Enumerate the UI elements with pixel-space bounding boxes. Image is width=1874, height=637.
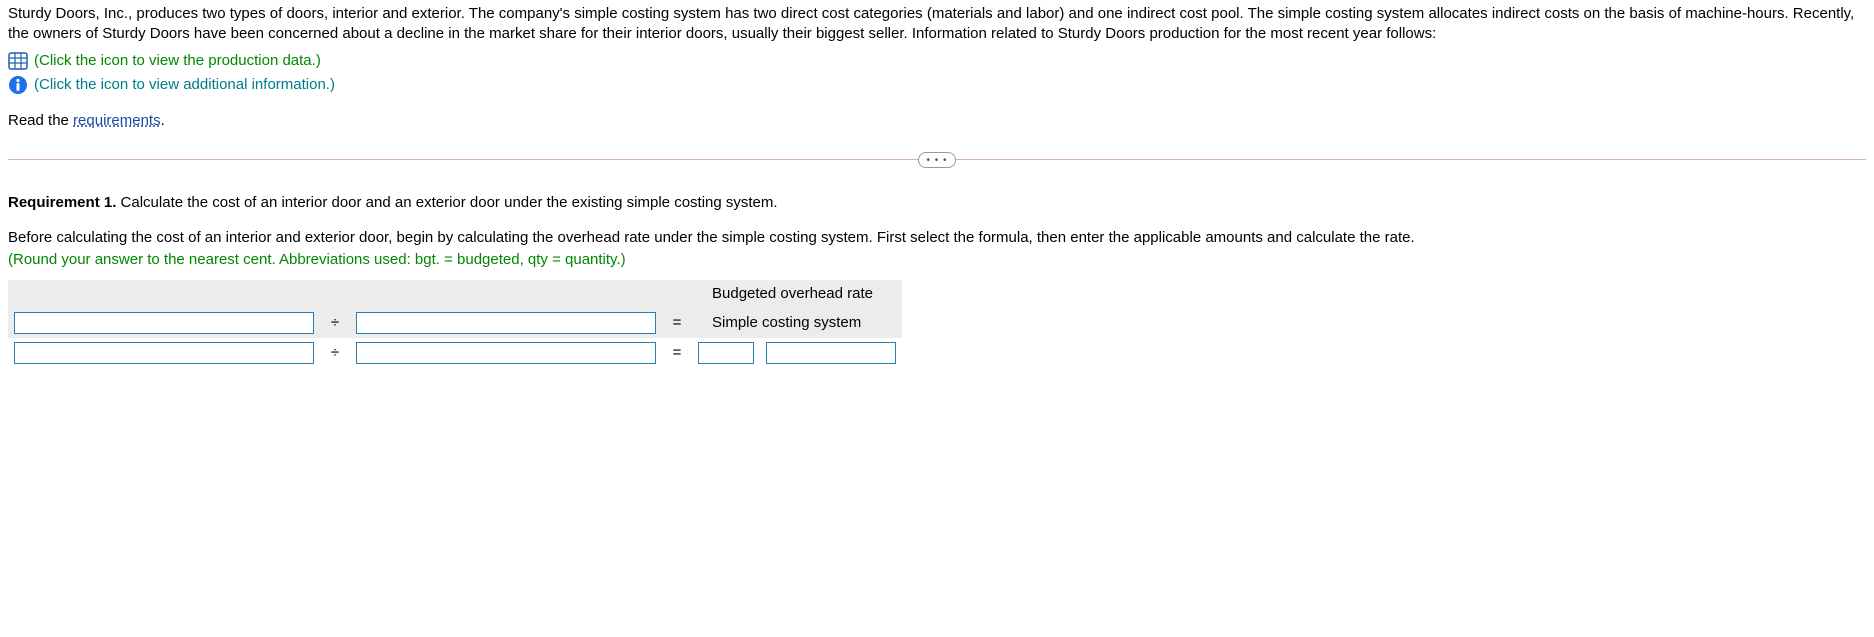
rate-value-input[interactable] (766, 342, 896, 364)
rate-unit-input[interactable] (698, 342, 754, 364)
equals-symbol-2: = (662, 338, 692, 368)
hint-text: (Round your answer to the nearest cent. … (8, 250, 1866, 270)
formula-denominator-select[interactable] (356, 312, 656, 334)
divide-symbol-2: ÷ (320, 338, 350, 368)
read-suffix: . (161, 112, 165, 129)
requirement-1-text: Calculate the cost of an interior door a… (116, 194, 777, 211)
collapse-toggle[interactable]: • • • (918, 152, 956, 168)
row-label-simple-costing: Simple costing system (692, 308, 902, 338)
divide-symbol: ÷ (320, 308, 350, 338)
read-prefix: Read the (8, 112, 73, 129)
requirement-1-label: Requirement 1. (8, 194, 116, 211)
equals-symbol: = (662, 308, 692, 338)
col-header-budgeted-rate: Budgeted overhead rate (692, 280, 902, 308)
read-requirements: Read the requirements. (8, 111, 1866, 131)
requirement-1-title: Requirement 1. Calculate the cost of an … (8, 193, 1866, 213)
formula-numerator-select[interactable] (14, 312, 314, 334)
view-additional-info-link[interactable]: (Click the icon to view additional infor… (34, 75, 335, 95)
numerator-value-input[interactable] (14, 342, 314, 364)
view-production-data-link[interactable]: (Click the icon to view the production d… (34, 51, 321, 71)
calc-table: Budgeted overhead rate ÷ = Simple costin… (8, 280, 902, 368)
table-icon[interactable] (8, 51, 28, 71)
info-icon[interactable] (8, 75, 28, 95)
problem-intro: Sturdy Doors, Inc., produces two types o… (8, 4, 1866, 45)
denominator-value-input[interactable] (356, 342, 656, 364)
requirements-link[interactable]: requirements (73, 112, 161, 129)
instruction-text: Before calculating the cost of an interi… (8, 228, 1866, 248)
